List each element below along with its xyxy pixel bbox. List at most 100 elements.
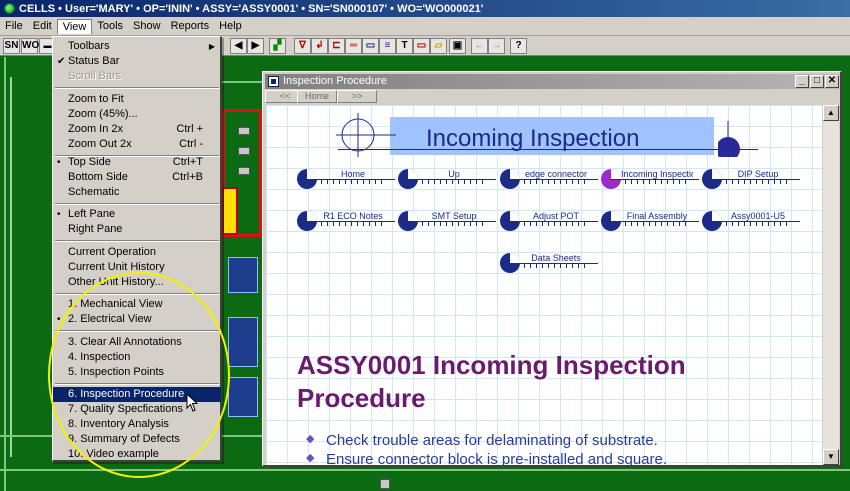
link-r1-eco-notes[interactable]: R1 ECO Notes bbox=[297, 211, 397, 231]
link-adjust-pot[interactable]: Adjust POT bbox=[500, 211, 600, 231]
view-menu-item[interactable]: Other Unit History... bbox=[53, 275, 221, 290]
view-menu-item[interactable]: ✔ Status Bar bbox=[53, 54, 221, 69]
menu-separator bbox=[55, 383, 219, 385]
nav-home-button[interactable]: Home bbox=[297, 90, 337, 103]
banner-rule bbox=[338, 149, 758, 150]
box-icon[interactable]: ▭ bbox=[362, 38, 379, 54]
link-incoming-inspection[interactable]: Incoming Inspection bbox=[601, 169, 701, 189]
document-title-line-2: Procedure bbox=[297, 383, 426, 413]
trace-red-icon[interactable]: ↲ bbox=[311, 38, 328, 54]
nav-forward-button[interactable]: >> bbox=[337, 90, 377, 103]
menu-reports[interactable]: Reports bbox=[166, 19, 215, 33]
maximize-button[interactable]: □ bbox=[810, 75, 824, 88]
text-icon[interactable]: T bbox=[396, 38, 413, 54]
select-icon[interactable]: ▞ bbox=[269, 38, 286, 54]
forward-arrow-icon[interactable]: → bbox=[488, 38, 505, 54]
view-menu-item[interactable]: Zoom (45%)... bbox=[53, 107, 221, 122]
link-label: Incoming Inspection bbox=[621, 169, 693, 179]
link-label: Home bbox=[340, 169, 365, 179]
view-menu-item[interactable]: 1. Mechanical View bbox=[53, 297, 221, 312]
link-label: Adjust POT bbox=[532, 211, 579, 221]
minimize-button[interactable]: _ bbox=[795, 75, 809, 88]
inspection-procedure-window[interactable]: Inspection Procedure _ □ ✕ << Home >> In… bbox=[262, 71, 842, 467]
view-menu-item[interactable]: Toolbars ▶ bbox=[53, 39, 221, 54]
menu-separator bbox=[55, 87, 219, 89]
view-menu-item[interactable]: Zoom Out 2x Ctrl - bbox=[53, 137, 221, 152]
pcb-trace bbox=[0, 469, 850, 471]
menu-separator bbox=[55, 293, 219, 295]
menu-tools[interactable]: Tools bbox=[92, 19, 128, 33]
note-icon[interactable]: ▱ bbox=[430, 38, 447, 54]
view-menu-item[interactable]: Current Unit History bbox=[53, 260, 221, 275]
view-menu-item[interactable]: Zoom In 2x Ctrl + bbox=[53, 122, 221, 137]
window-title-bar[interactable]: Inspection Procedure _ □ ✕ bbox=[265, 74, 839, 89]
view-menu-item[interactable]: 4. Inspection bbox=[53, 350, 221, 365]
radio-dot-icon: • bbox=[57, 157, 61, 168]
link-label: edge connector bbox=[524, 169, 588, 179]
scroll-down-icon[interactable]: ▼ bbox=[823, 449, 839, 465]
next-icon[interactable]: ▶ bbox=[247, 38, 264, 54]
menu-show[interactable]: Show bbox=[128, 19, 166, 33]
view-menu-item[interactable]: • 2. Electrical View bbox=[53, 312, 221, 327]
link-edge-connector[interactable]: edge connector bbox=[500, 169, 600, 189]
radio-dot-icon: • bbox=[57, 209, 61, 220]
menu-file[interactable]: File bbox=[0, 19, 28, 33]
scroll-up-icon[interactable]: ▲ bbox=[823, 105, 839, 121]
menu-bar: File Edit View Tools Show Reports Help bbox=[0, 17, 850, 36]
view-menu-item[interactable]: 3. Clear All Annotations bbox=[53, 335, 221, 350]
link-smt-setup[interactable]: SMT Setup bbox=[398, 211, 498, 231]
pcb-pad bbox=[380, 479, 390, 489]
back-arrow-icon[interactable]: ← bbox=[471, 38, 488, 54]
checkmark-icon: ✔ bbox=[57, 56, 66, 67]
window-title: Inspection Procedure bbox=[283, 75, 387, 87]
link-up[interactable]: Up bbox=[398, 169, 498, 189]
mouse-cursor-icon bbox=[186, 393, 199, 412]
view-menu-item[interactable]: Current Operation bbox=[53, 245, 221, 260]
menu-help[interactable]: Help bbox=[214, 19, 247, 33]
line-icon[interactable]: ═ bbox=[345, 38, 362, 54]
pcb-chip bbox=[228, 257, 258, 293]
view-menu-item[interactable]: Bottom Side Ctrl+B bbox=[53, 170, 221, 185]
list-icon[interactable]: ≡ bbox=[379, 38, 396, 54]
window-nav-bar: << Home >> bbox=[265, 90, 839, 104]
procedure-document: Incoming Inspection Home Up edge connect… bbox=[266, 105, 822, 465]
menu-separator bbox=[55, 240, 219, 242]
view-menu-item[interactable]: 10. Video example bbox=[53, 447, 221, 462]
view-menu-item[interactable]: Schematic bbox=[53, 185, 221, 200]
radio-dot-icon: • bbox=[57, 314, 61, 325]
banner-crosshair-left bbox=[336, 113, 396, 157]
close-button[interactable]: ✕ bbox=[825, 75, 839, 88]
bullet-item: Check trouble areas for delaminating of … bbox=[306, 432, 667, 451]
pcb-pad bbox=[238, 167, 250, 175]
view-menu-item[interactable]: Right Pane bbox=[53, 222, 221, 237]
view-menu-item[interactable]: • Left Pane bbox=[53, 207, 221, 222]
link-assy0001-u5[interactable]: Assy0001-U5 bbox=[702, 211, 802, 231]
probe-icon[interactable]: ∇ bbox=[294, 38, 311, 54]
help-cursor-icon[interactable]: ? bbox=[510, 38, 527, 54]
pcb-trace bbox=[220, 81, 264, 83]
prev-icon[interactable]: ◀ bbox=[230, 38, 247, 54]
highlight-icon[interactable]: ▭ bbox=[413, 38, 430, 54]
view-menu-item[interactable]: Zoom to Fit bbox=[53, 92, 221, 107]
link-data-sheets[interactable]: Data Sheets bbox=[500, 253, 600, 273]
link-final-assembly[interactable]: Final Assembly bbox=[601, 211, 701, 231]
view-menu-item[interactable]: 9. Summary of Defects bbox=[53, 432, 221, 447]
vertical-scrollbar[interactable]: ▲ ▼ bbox=[823, 105, 839, 465]
menu-view[interactable]: View bbox=[56, 18, 93, 34]
view-menu-item[interactable]: 5. Inspection Points bbox=[53, 365, 221, 380]
link-label: R1 ECO Notes bbox=[323, 211, 383, 221]
monitor-icon[interactable]: ▣ bbox=[449, 38, 466, 54]
link-dip-setup[interactable]: DIP Setup bbox=[702, 169, 802, 189]
serial-number-button[interactable]: SN bbox=[3, 38, 20, 54]
view-menu-item[interactable]: • Top Side Ctrl+T bbox=[53, 155, 221, 170]
pcb-chip bbox=[228, 317, 258, 367]
work-order-button[interactable]: WO bbox=[21, 38, 39, 54]
menu-edit[interactable]: Edit bbox=[28, 19, 57, 33]
pcb-pad bbox=[238, 127, 250, 135]
menu-separator bbox=[55, 203, 219, 205]
submenu-arrow-icon: ▶ bbox=[208, 42, 215, 51]
route-icon[interactable]: ⊏ bbox=[328, 38, 345, 54]
link-home[interactable]: Home bbox=[297, 169, 397, 189]
link-label: Data Sheets bbox=[531, 253, 581, 263]
view-menu-item[interactable]: 8. Inventory Analysis bbox=[53, 417, 221, 432]
